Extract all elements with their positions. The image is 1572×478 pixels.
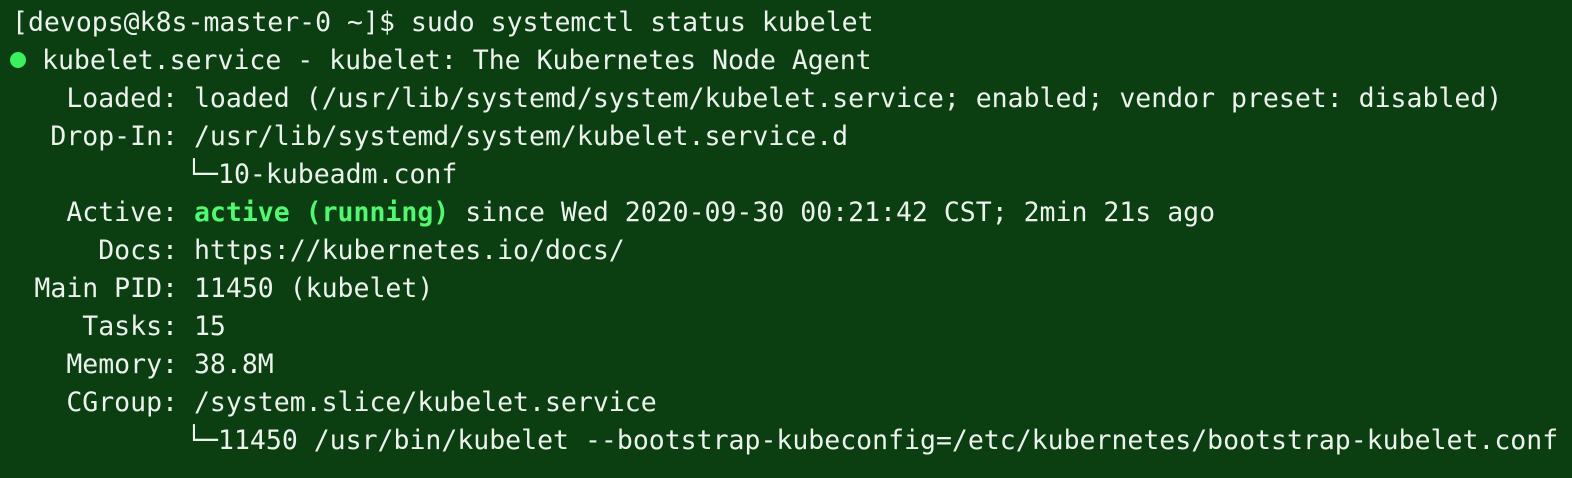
terminal-window[interactable]: [devops@k8s-master-0 ~]$ sudo systemctl … xyxy=(0,0,1572,478)
dropin-line: Drop-In: /usr/lib/systemd/system/kubelet… xyxy=(0,118,1572,156)
service-header: kubelet.service - kubelet: The Kubernete… xyxy=(42,45,872,76)
docs-link[interactable]: https://kubernetes.io/docs/ xyxy=(194,235,625,266)
mainpid-label: Main PID: xyxy=(34,273,178,304)
tasks-label: Tasks: xyxy=(82,311,178,342)
cgroup-line: CGroup: /system.slice/kubelet.service xyxy=(0,384,1572,422)
loaded-value: loaded (/usr/lib/systemd/system/kubelet.… xyxy=(193,83,1503,114)
loaded-line: Loaded: loaded (/usr/lib/systemd/system/… xyxy=(0,80,1572,118)
cgroup-value: /system.slice/kubelet.service xyxy=(193,387,657,418)
active-line: Active: active (running) since Wed 2020-… xyxy=(0,194,1572,232)
dropin-child: 10-kubeadm.conf xyxy=(218,159,458,190)
dropin-label: Drop-In: xyxy=(50,121,178,152)
dropin-value: /usr/lib/systemd/system/kubelet.service.… xyxy=(193,121,849,152)
memory-line: Memory: 38.8M xyxy=(0,346,1572,384)
shell-prompt: [devops@k8s-master-0 ~]$ xyxy=(12,7,395,38)
tasks-value: 15 xyxy=(193,311,226,342)
tree-branch-icon: └─ xyxy=(186,425,218,456)
active-since: since Wed 2020-09-30 00:21:42 CST; 2min … xyxy=(449,197,1216,228)
tasks-line: Tasks: 15 xyxy=(0,308,1572,346)
prompt-line: [devops@k8s-master-0 ~]$ sudo systemctl … xyxy=(0,4,1572,42)
cgroup-child: 11450 /usr/bin/kubelet --bootstrap-kubec… xyxy=(218,425,1559,456)
mainpid-line: Main PID: 11450 (kubelet) xyxy=(0,270,1572,308)
mainpid-value: 11450 (kubelet) xyxy=(193,273,434,304)
dropin-child-line: └─10-kubeadm.conf xyxy=(0,156,1572,194)
docs-line: Docs: https://kubernetes.io/docs/ xyxy=(0,232,1572,270)
status-dot-icon xyxy=(10,51,26,68)
active-state: active (running) xyxy=(193,197,450,228)
cgroup-child-line: └─11450 /usr/bin/kubelet --bootstrap-kub… xyxy=(0,422,1572,460)
service-header-line: kubelet.service - kubelet: The Kubernete… xyxy=(0,42,1572,80)
cgroup-label: CGroup: xyxy=(66,387,178,418)
tree-branch-icon: └─ xyxy=(186,159,218,190)
memory-value: 38.8M xyxy=(193,349,274,380)
active-label: Active: xyxy=(66,197,178,228)
command-text: sudo systemctl status kubelet xyxy=(410,7,874,38)
memory-label: Memory: xyxy=(66,349,178,380)
docs-label: Docs: xyxy=(98,235,178,266)
loaded-label: Loaded: xyxy=(66,83,178,114)
